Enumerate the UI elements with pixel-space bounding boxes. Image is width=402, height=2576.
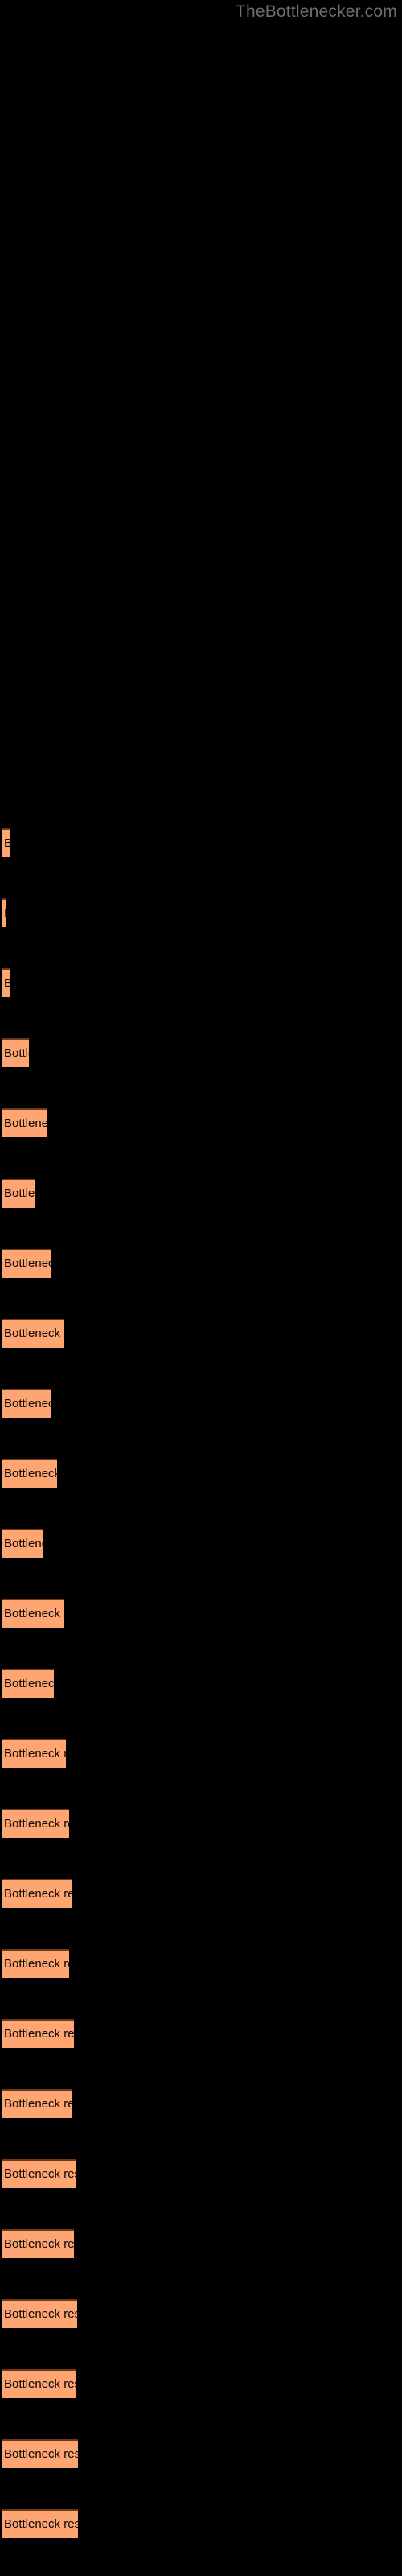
bottleneck-bar-chart: Bottleneck result Bottleneck result Bottle…: [0, 0, 402, 2576]
bar-bottleneck-result: Bottleneck result: [2, 968, 10, 997]
bar-label: Bottleneck result: [4, 1467, 57, 1480]
bar-label: Bottleneck result: [4, 2097, 72, 2111]
bar-bottleneck-result: Bottleneck result: [2, 2089, 72, 2118]
bar-bottleneck-result: Bottleneck result: [2, 2159, 76, 2188]
bar-bottleneck-result: Bottleneck result: [2, 1249, 51, 1278]
bar-label: Bottleneck result: [4, 1257, 51, 1270]
bar-label: Bottleneck result: [4, 1887, 72, 1901]
bar-bottleneck-result: Bottleneck result: [2, 1108, 47, 1137]
bar-bottleneck-result: Bottleneck result: [2, 1389, 51, 1418]
bar-bottleneck-result: Bottleneck result: [2, 2509, 78, 2538]
bar-bottleneck-result: Bottleneck result: [2, 1529, 43, 1558]
bar-bottleneck-result: Bottleneck result: [2, 1669, 54, 1698]
bar-bottleneck-result: Bottleneck result: [2, 2369, 76, 2398]
bar-label: Bottleneck result: [4, 900, 6, 927]
bar-label: Bottleneck result: [4, 1187, 35, 1200]
bar-label: Bottleneck result: [4, 2167, 76, 2181]
bar-bottleneck-result: Bottleneck result: [2, 2299, 77, 2328]
bar-label: Bottleneck result: [4, 2517, 78, 2531]
bar-bottleneck-result: Bottleneck result: [2, 1319, 64, 1348]
bar-bottleneck-result: Bottleneck result: [2, 1179, 35, 1208]
bar-bottleneck-result: Bottleneck result: [2, 2229, 74, 2258]
bar-label: Bottleneck result: [4, 1957, 69, 1971]
bar-label: Bottleneck result: [4, 1397, 51, 1410]
bar-label: Bottleneck result: [4, 970, 10, 997]
bar-bottleneck-result: Bottleneck result: [2, 1879, 72, 1908]
bar-label: Bottleneck result: [4, 2027, 74, 2041]
bar-bottleneck-result: Bottleneck result: [2, 1809, 69, 1838]
bar-label: Bottleneck result: [4, 2307, 77, 2321]
bar-bottleneck-result: Bottleneck result: [2, 1949, 69, 1978]
bar-label: Bottleneck result: [4, 830, 10, 857]
bar-bottleneck-result: Bottleneck result: [2, 1459, 57, 1488]
bar-bottleneck-result: Bottleneck result: [2, 1739, 66, 1768]
bar-label: Bottleneck result: [4, 1046, 29, 1060]
bar-label: Bottleneck result: [4, 1327, 64, 1340]
bar-label: Bottleneck result: [4, 1817, 69, 1831]
bar-label: Bottleneck result: [4, 1677, 54, 1690]
bar-label: Bottleneck result: [4, 2447, 78, 2461]
bar-bottleneck-result: Bottleneck result: [2, 2019, 74, 2048]
bar-label: Bottleneck result: [4, 2237, 74, 2251]
bar-bottleneck-result: Bottleneck result: [2, 1599, 64, 1628]
bar-bottleneck-result: Bottleneck result: [2, 1038, 29, 1067]
bar-label: Bottleneck result: [4, 1117, 47, 1130]
bar-bottleneck-result: Bottleneck result: [2, 2439, 78, 2468]
bar-label: Bottleneck result: [4, 1747, 66, 1761]
bar-label: Bottleneck result: [4, 1607, 64, 1620]
bar-label: Bottleneck result: [4, 1537, 43, 1550]
bar-bottleneck-result: Bottleneck result: [2, 828, 10, 857]
bar-label: Bottleneck result: [4, 2377, 76, 2391]
bar-bottleneck-result: Bottleneck result: [2, 898, 6, 927]
